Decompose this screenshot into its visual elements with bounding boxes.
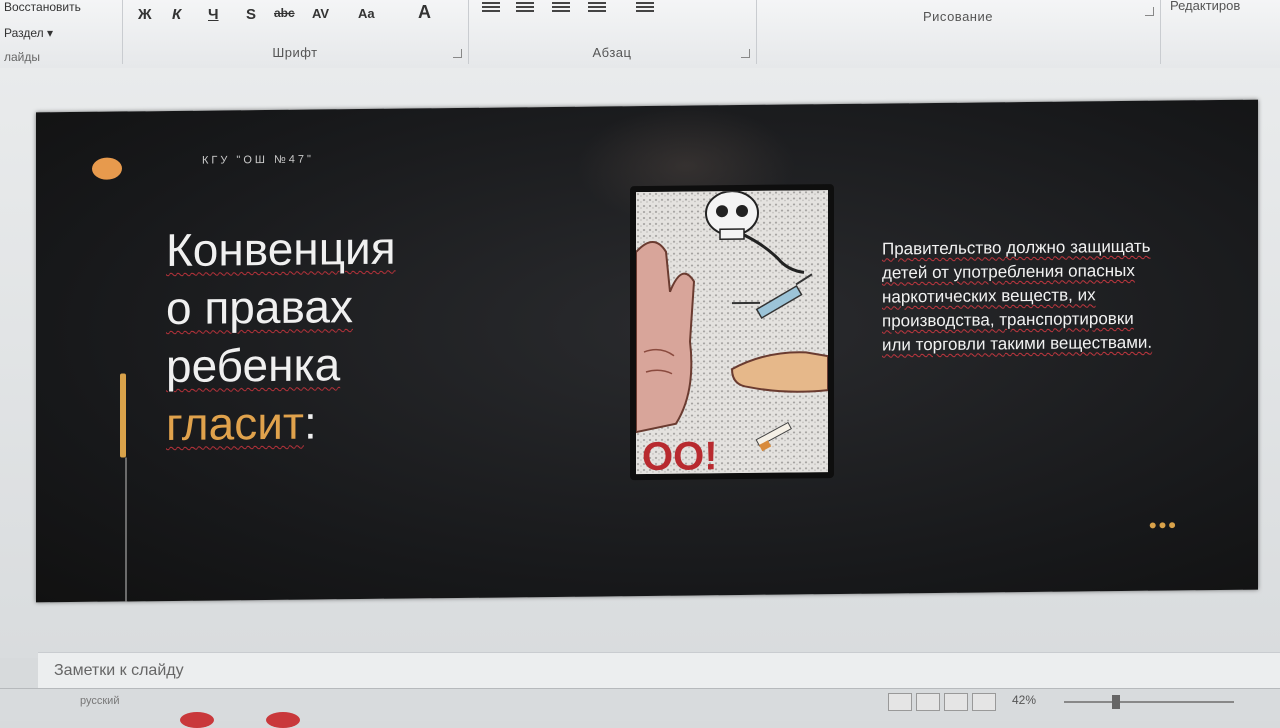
font-group-label: Шрифт xyxy=(122,45,468,60)
paragraph-dialog-launcher[interactable] xyxy=(741,49,750,58)
taskbar-app-icon[interactable] xyxy=(266,712,300,728)
normal-view-icon[interactable] xyxy=(888,693,912,711)
drawing-group: Рисование xyxy=(756,0,1161,64)
italic-button[interactable]: К xyxy=(172,6,181,23)
font-dialog-launcher[interactable] xyxy=(453,49,462,58)
zoom-slider[interactable] xyxy=(1064,701,1234,703)
slides-group-label: лайды xyxy=(4,50,40,64)
bold-button[interactable]: Ж xyxy=(138,6,152,23)
notes-placeholder: Заметки к слайду xyxy=(54,662,184,680)
align-center-icon[interactable] xyxy=(516,2,534,14)
school-name: КГУ "ОШ №47" xyxy=(202,153,314,166)
title-line-2: о правах xyxy=(166,280,353,334)
drawing-group-label: Рисование xyxy=(756,9,1160,24)
paragraph-group-label: Абзац xyxy=(468,45,756,60)
font-color-button[interactable]: A xyxy=(418,2,431,23)
justify-icon[interactable] xyxy=(588,2,606,14)
editing-group: Редактиров xyxy=(1160,0,1280,64)
ribbon: Восстановить Раздел ▾ лайды Ж К Ч S abc … xyxy=(0,0,1280,69)
slide-canvas[interactable]: КГУ "ОШ №47" Конвенция о правах ребенка … xyxy=(36,100,1258,603)
slides-group: Восстановить Раздел ▾ лайды xyxy=(0,0,123,64)
title-line-1: Конвенция xyxy=(166,222,396,276)
notes-pane[interactable]: Заметки к слайду xyxy=(38,652,1280,689)
slide-body-text[interactable]: Правительство должно защищать детей от у… xyxy=(882,235,1162,358)
poster-text: OO! xyxy=(642,434,718,474)
change-case-button[interactable]: Aa xyxy=(358,6,375,21)
underline-button[interactable]: Ч xyxy=(208,6,219,23)
orange-dot-decoration xyxy=(92,157,122,179)
columns-icon[interactable] xyxy=(636,2,654,14)
title-colon: : xyxy=(304,396,317,448)
title-accent-word: гласит xyxy=(166,397,304,450)
font-group: Ж К Ч S abc AV Aa A Шрифт xyxy=(122,0,469,64)
title-line-3: ребенка xyxy=(166,338,340,392)
slideshow-icon[interactable] xyxy=(972,693,996,711)
language-indicator[interactable]: русский xyxy=(80,695,119,707)
restore-button[interactable]: Восстановить xyxy=(4,0,81,14)
thin-vertical-line xyxy=(125,457,127,602)
accent-vertical-bar xyxy=(120,373,126,457)
slide-title[interactable]: Конвенция о правах ребенка гласит: xyxy=(166,217,506,453)
editing-group-label: Редактиров xyxy=(1170,0,1240,13)
reading-view-icon[interactable] xyxy=(944,693,968,711)
char-spacing-button[interactable]: AV xyxy=(312,6,329,21)
zoom-level[interactable]: 42% xyxy=(1012,693,1036,707)
drawing-dialog-launcher[interactable] xyxy=(1145,7,1154,16)
align-right-icon[interactable] xyxy=(552,2,570,14)
taskbar-app-icon[interactable] xyxy=(180,712,214,728)
shadow-button[interactable]: S xyxy=(246,6,256,23)
section-button[interactable]: Раздел ▾ xyxy=(4,26,53,40)
poster-illustration-icon: OO! xyxy=(636,190,828,474)
decorative-dots: ••• xyxy=(1149,512,1178,538)
strikethrough-button[interactable]: abc xyxy=(274,6,295,20)
align-left-icon[interactable] xyxy=(482,2,500,14)
anti-drug-poster-image[interactable]: OO! xyxy=(630,184,834,480)
slide-sorter-icon[interactable] xyxy=(916,693,940,711)
zoom-slider-thumb[interactable] xyxy=(1112,695,1120,709)
paragraph-group: Абзац xyxy=(468,0,757,64)
